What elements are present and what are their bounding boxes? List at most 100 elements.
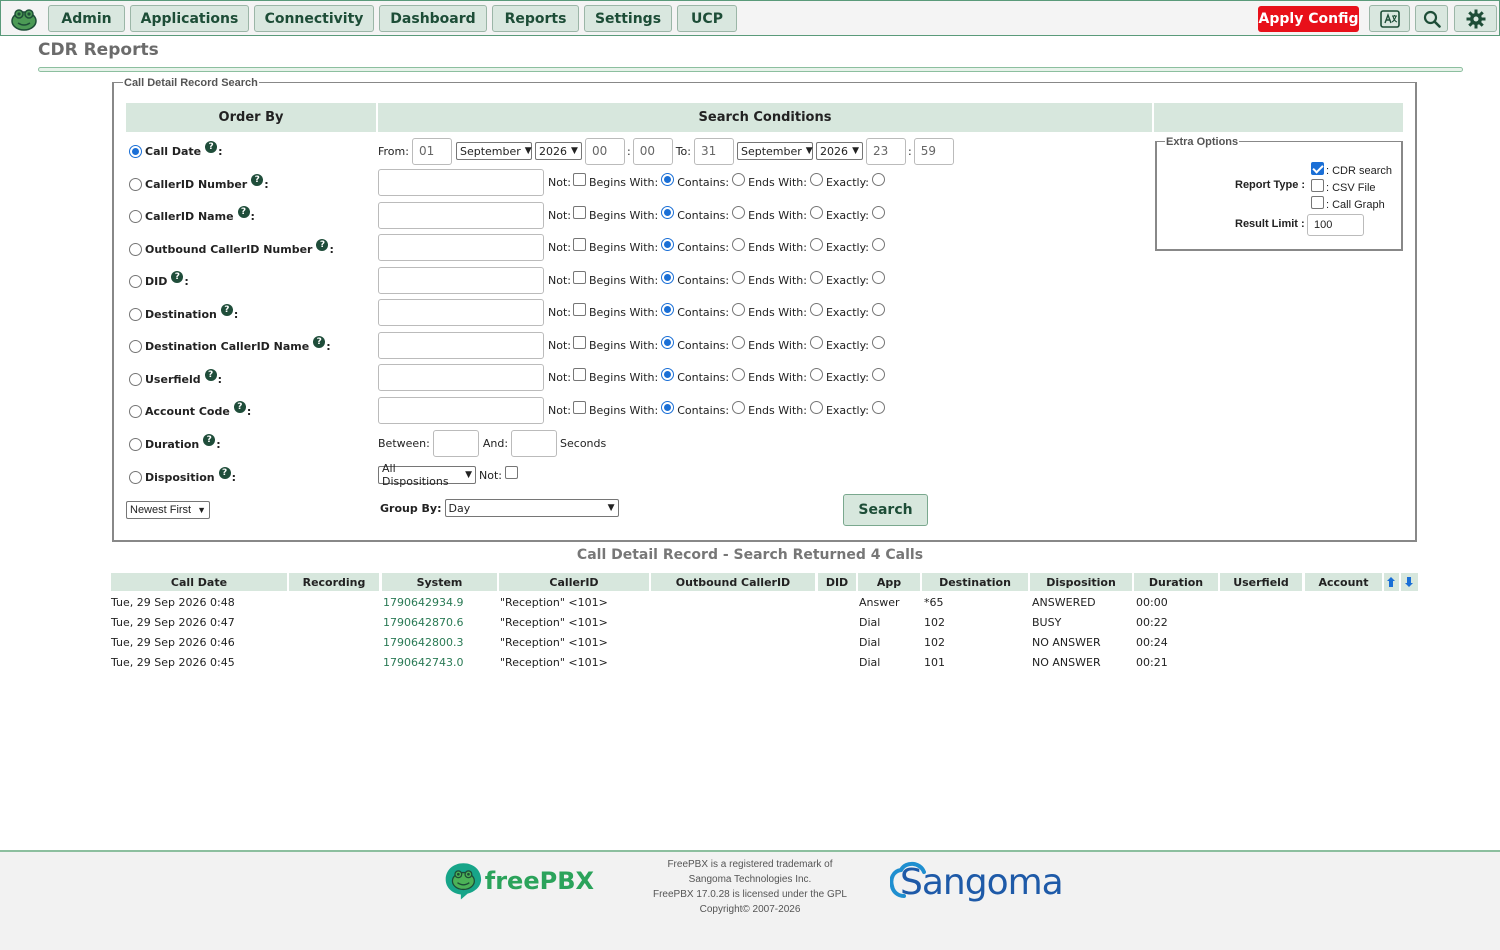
duration-max-input[interactable] (511, 429, 558, 457)
ends-exactly-radio[interactable] (809, 205, 823, 219)
help-icon[interactable]: ? (220, 304, 233, 316)
not-checkbox[interactable] (572, 270, 586, 284)
column-header[interactable]: Recording (289, 573, 379, 591)
not-checkbox[interactable] (572, 400, 586, 414)
not-checkbox[interactable] (572, 335, 586, 349)
order-by-radio[interactable] (129, 470, 142, 484)
result-limit-input[interactable]: 100 (1307, 214, 1364, 236)
exactly-radio[interactable] (872, 172, 885, 186)
begins-contains-radio[interactable] (661, 302, 675, 316)
begins-contains-radio[interactable] (661, 205, 675, 219)
order-by-radio[interactable] (129, 404, 142, 418)
order-by-radio[interactable] (129, 144, 142, 158)
order-by-radio[interactable] (129, 274, 142, 288)
help-icon[interactable]: ? (203, 434, 216, 446)
ends-exactly-radio[interactable] (809, 270, 823, 284)
report-type-checkbox[interactable] (1311, 196, 1324, 209)
column-header[interactable]: Destination (922, 573, 1028, 591)
contains-ends-radio[interactable] (732, 237, 746, 251)
nav-admin[interactable]: Admin (48, 5, 125, 32)
from-day-input[interactable]: 01 (411, 137, 452, 165)
destination-input[interactable] (378, 298, 544, 326)
column-header[interactable]: Call Date (111, 573, 287, 591)
ends-exactly-radio[interactable] (809, 172, 823, 186)
exactly-radio[interactable] (872, 205, 885, 219)
nav-settings[interactable]: Settings (584, 5, 672, 32)
help-icon[interactable]: ? (313, 336, 326, 348)
nav-ucp[interactable]: UCP (677, 5, 737, 32)
duration-min-input[interactable] (432, 429, 479, 457)
order-by-radio[interactable] (129, 209, 142, 223)
exactly-radio[interactable] (872, 335, 885, 349)
begins-contains-radio[interactable] (661, 367, 675, 381)
userfield-input[interactable] (378, 363, 544, 391)
page-up-icon[interactable] (1384, 573, 1399, 591)
disposition-select[interactable]: All Dispositions ▼ (378, 462, 476, 488)
exactly-radio[interactable] (872, 367, 885, 381)
apply-config-button[interactable]: Apply Config (1258, 6, 1359, 32)
search-button[interactable]: Search (843, 494, 928, 526)
from-hour-input[interactable]: 00 (584, 137, 625, 165)
ends-exactly-radio[interactable] (809, 367, 823, 381)
not-checkbox[interactable] (572, 172, 586, 186)
help-icon[interactable]: ? (218, 467, 231, 479)
not-checkbox[interactable] (572, 302, 586, 316)
contains-ends-radio[interactable] (732, 367, 746, 381)
order-by-radio[interactable] (129, 242, 142, 256)
exactly-radio[interactable] (872, 302, 885, 316)
column-header[interactable]: Outbound CallerID (651, 573, 815, 591)
language-icon[interactable] (1369, 5, 1410, 32)
begins-contains-radio[interactable] (661, 172, 675, 186)
column-header[interactable]: App (858, 573, 920, 591)
begins-contains-radio[interactable] (661, 335, 675, 349)
nav-applications[interactable]: Applications (130, 5, 249, 32)
column-header[interactable]: Account (1305, 573, 1382, 591)
contains-ends-radio[interactable] (732, 302, 746, 316)
help-icon[interactable]: ? (233, 401, 246, 413)
search-icon[interactable] (1415, 5, 1448, 32)
not-checkbox[interactable] (572, 205, 586, 219)
from-year-select[interactable]: 2026 ▼ (534, 142, 582, 160)
from-month-select[interactable]: September ▼ (455, 142, 532, 160)
to-year-select[interactable]: 2026 ▼ (815, 142, 863, 160)
order-by-radio[interactable] (129, 437, 142, 451)
contains-ends-radio[interactable] (732, 205, 746, 219)
column-header[interactable]: CallerID (499, 573, 649, 591)
callerid-number-input[interactable] (378, 168, 544, 196)
ends-exactly-radio[interactable] (809, 335, 823, 349)
contains-ends-radio[interactable] (732, 172, 746, 186)
from-minute-input[interactable]: 00 (632, 137, 673, 165)
exactly-radio[interactable] (872, 237, 885, 251)
group-by-select[interactable]: Day ▼ (444, 499, 619, 517)
not-checkbox[interactable] (572, 237, 586, 251)
account-code-input[interactable] (378, 396, 544, 424)
did-input[interactable] (378, 266, 544, 294)
order-by-radio[interactable] (129, 307, 142, 321)
report-type-checkbox[interactable] (1311, 179, 1324, 192)
begins-contains-radio[interactable] (661, 237, 675, 251)
ends-exactly-radio[interactable] (809, 302, 823, 316)
to-minute-input[interactable]: 59 (913, 137, 954, 165)
contains-ends-radio[interactable] (732, 335, 746, 349)
help-icon[interactable]: ? (171, 271, 184, 283)
column-header[interactable]: Disposition (1030, 573, 1132, 591)
nav-reports[interactable]: Reports (492, 5, 579, 32)
sort-order-select[interactable]: Newest First ▼ (126, 501, 210, 519)
help-icon[interactable]: ? (204, 369, 217, 381)
page-down-icon[interactable] (1401, 573, 1418, 591)
contains-ends-radio[interactable] (732, 270, 746, 284)
system-link[interactable]: 1790642800.3 (383, 634, 463, 650)
sangoma-logo[interactable]: Sangoma (890, 858, 1070, 910)
not-checkbox[interactable] (572, 367, 586, 381)
column-header[interactable]: Duration (1134, 573, 1218, 591)
help-icon[interactable]: ? (251, 174, 264, 186)
to-hour-input[interactable]: 23 (865, 137, 906, 165)
contains-ends-radio[interactable] (732, 400, 746, 414)
order-by-radio[interactable] (129, 177, 142, 191)
system-link[interactable]: 1790642934.9 (383, 594, 463, 610)
order-by-radio[interactable] (129, 372, 142, 386)
begins-contains-radio[interactable] (661, 400, 675, 414)
system-link[interactable]: 1790642743.0 (383, 654, 463, 670)
to-month-select[interactable]: September ▼ (736, 142, 813, 160)
system-link[interactable]: 1790642870.6 (383, 614, 463, 630)
